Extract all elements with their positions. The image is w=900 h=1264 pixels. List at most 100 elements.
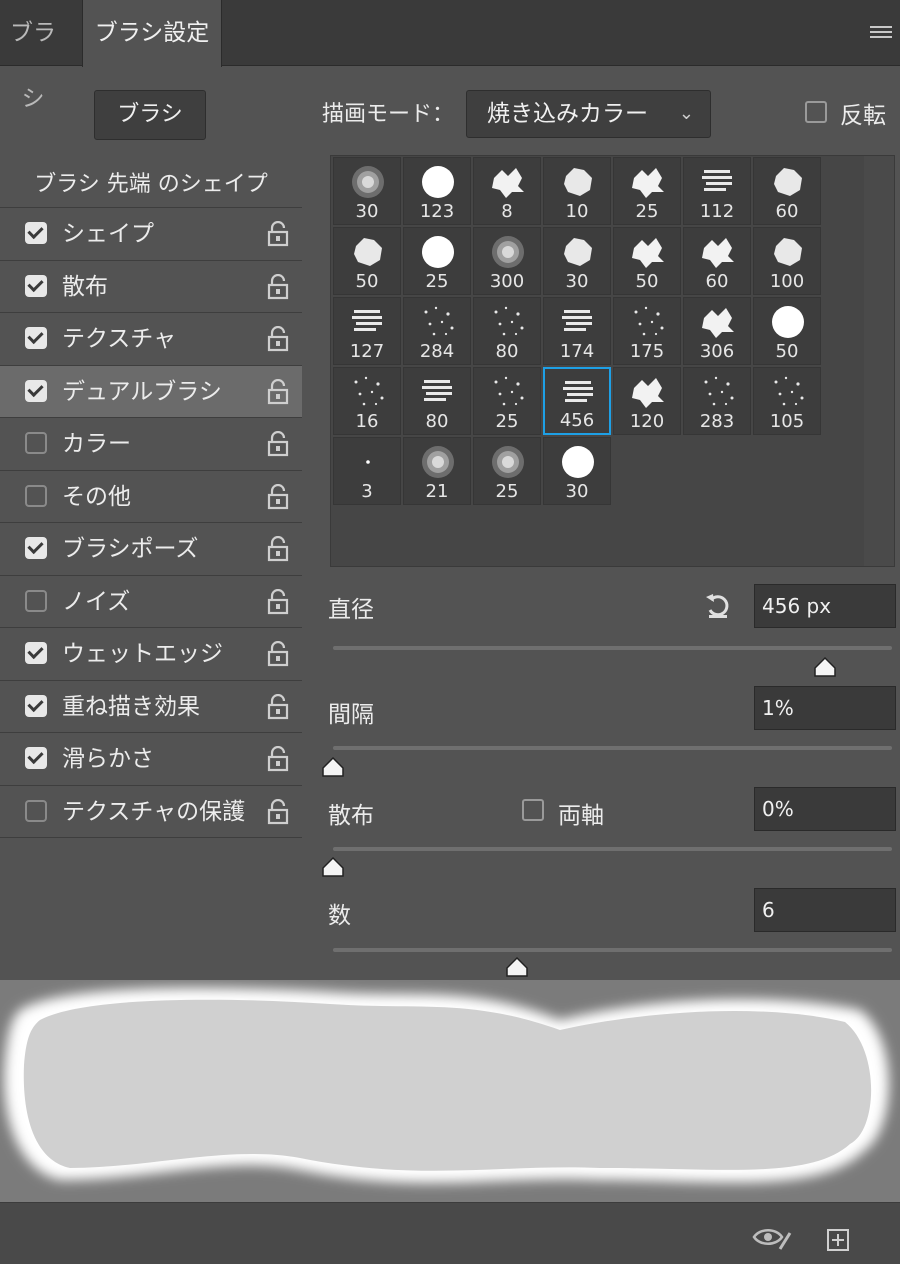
scatter-input[interactable]: 0% bbox=[754, 787, 896, 831]
brush-tip-cell[interactable]: 123 bbox=[403, 157, 471, 225]
hamburger-menu-icon[interactable] bbox=[870, 26, 892, 42]
option-row[interactable]: ブラシポーズ bbox=[0, 523, 302, 576]
brush-tip-cell[interactable]: 112 bbox=[683, 157, 751, 225]
brush-tip-cell[interactable]: 10 bbox=[543, 157, 611, 225]
option-label[interactable]: ウェットエッジ bbox=[62, 628, 223, 680]
option-label[interactable]: カラー bbox=[62, 418, 131, 470]
reset-arrow-icon[interactable] bbox=[703, 590, 733, 620]
brush-tip-cell[interactable]: 21 bbox=[403, 437, 471, 505]
brush-tip-cell[interactable]: 175 bbox=[613, 297, 681, 365]
option-checkbox[interactable] bbox=[25, 327, 47, 349]
brush-tip-cell[interactable]: 80 bbox=[473, 297, 541, 365]
brush-tip-cell[interactable]: 25 bbox=[473, 437, 541, 505]
invert-checkbox[interactable] bbox=[805, 101, 827, 123]
option-row[interactable]: シェイプ bbox=[0, 208, 302, 261]
option-checkbox[interactable] bbox=[25, 537, 47, 559]
both-axes-checkbox[interactable] bbox=[522, 799, 544, 821]
brush-tip-cell[interactable]: 105 bbox=[753, 367, 821, 435]
brush-tip-cell[interactable]: 80 bbox=[403, 367, 471, 435]
brush-tip-shape-header[interactable]: ブラシ 先端 のシェイプ bbox=[0, 162, 302, 208]
lock-icon[interactable] bbox=[266, 536, 290, 562]
brush-tip-cell[interactable]: 306 bbox=[683, 297, 751, 365]
brush-tip-cell[interactable]: 174 bbox=[543, 297, 611, 365]
option-checkbox[interactable] bbox=[25, 799, 47, 822]
spacing-slider-thumb[interactable] bbox=[321, 756, 345, 778]
lock-icon[interactable] bbox=[266, 693, 290, 720]
brush-tip-cell[interactable]: 283 bbox=[683, 367, 751, 435]
option-label[interactable]: 散布 bbox=[62, 261, 108, 313]
brush-tip-cell[interactable]: 25 bbox=[613, 157, 681, 225]
scatter-slider-thumb[interactable] bbox=[321, 856, 345, 878]
brush-tip-cell[interactable]: 127 bbox=[333, 297, 401, 365]
lock-icon[interactable] bbox=[266, 798, 290, 825]
tab-brush-settings[interactable]: ブラシ設定 bbox=[82, 0, 222, 67]
option-row[interactable]: テクスチャ bbox=[0, 313, 302, 366]
tab-brushes[interactable]: ブラシ bbox=[0, 0, 66, 112]
brush-tip-cell[interactable]: 25 bbox=[473, 367, 541, 435]
spacing-slider[interactable] bbox=[333, 746, 892, 750]
brush-tip-cell[interactable]: 50 bbox=[333, 227, 401, 295]
brush-tip-cell[interactable]: 456 bbox=[543, 367, 611, 435]
option-checkbox[interactable] bbox=[25, 694, 47, 717]
option-label[interactable]: その他 bbox=[62, 471, 131, 523]
option-row[interactable]: ウェットエッジ bbox=[0, 628, 302, 681]
option-checkbox[interactable] bbox=[25, 642, 47, 664]
count-input[interactable]: 6 bbox=[754, 888, 896, 932]
count-slider[interactable] bbox=[333, 948, 892, 952]
lock-icon[interactable] bbox=[266, 483, 290, 510]
brush-tip-cell[interactable]: 100 bbox=[753, 227, 821, 295]
option-row[interactable]: 滑らかさ bbox=[0, 733, 302, 786]
brush-tip-cell[interactable]: 284 bbox=[403, 297, 471, 365]
lock-icon[interactable] bbox=[266, 378, 290, 405]
new-preset-icon[interactable] bbox=[826, 1228, 850, 1252]
option-checkbox[interactable] bbox=[25, 274, 47, 297]
lock-icon[interactable] bbox=[266, 273, 290, 300]
diameter-slider[interactable] bbox=[333, 646, 892, 650]
option-row[interactable]: デュアルブラシ bbox=[0, 365, 302, 418]
brush-tip-cell[interactable]: 8 bbox=[473, 157, 541, 225]
lock-icon[interactable] bbox=[266, 641, 290, 667]
option-row[interactable]: ノイズ bbox=[0, 576, 302, 628]
option-label[interactable]: ノイズ bbox=[62, 576, 130, 628]
eye-brush-icon[interactable] bbox=[752, 1225, 794, 1251]
option-checkbox[interactable] bbox=[25, 747, 47, 769]
brush-tip-cell[interactable]: 16 bbox=[333, 367, 401, 435]
option-checkbox[interactable] bbox=[25, 379, 47, 402]
brush-tip-cell[interactable]: 60 bbox=[753, 157, 821, 225]
brush-tip-cell[interactable]: 30 bbox=[543, 437, 611, 505]
brushes-button[interactable]: ブラシ bbox=[94, 90, 206, 140]
brush-tip-cell[interactable]: 50 bbox=[613, 227, 681, 295]
option-row[interactable]: 重ね描き効果 bbox=[0, 681, 302, 733]
brush-tip-cell[interactable]: 30 bbox=[333, 157, 401, 225]
brush-tip-cell[interactable]: 30 bbox=[543, 227, 611, 295]
brush-tip-cell[interactable]: 60 bbox=[683, 227, 751, 295]
option-label[interactable]: テクスチャ bbox=[62, 313, 176, 365]
option-label[interactable]: ブラシポーズ bbox=[62, 523, 198, 575]
brush-tip-cell[interactable]: 50 bbox=[753, 297, 821, 365]
lock-icon[interactable] bbox=[266, 221, 290, 247]
option-label[interactable]: テクスチャの保護 bbox=[62, 786, 245, 838]
diameter-input[interactable]: 456 px bbox=[754, 584, 896, 628]
count-slider-thumb[interactable] bbox=[505, 956, 529, 978]
brush-tip-cell[interactable]: 25 bbox=[403, 227, 471, 295]
diameter-slider-thumb[interactable] bbox=[813, 656, 837, 678]
lock-icon[interactable] bbox=[266, 746, 290, 772]
brush-tip-cell[interactable]: 300 bbox=[473, 227, 541, 295]
option-label[interactable]: 滑らかさ bbox=[62, 733, 154, 785]
grid-scrollbar[interactable] bbox=[864, 156, 894, 566]
option-row[interactable]: テクスチャの保護 bbox=[0, 786, 302, 838]
lock-icon[interactable] bbox=[266, 588, 290, 615]
option-row[interactable]: その他 bbox=[0, 471, 302, 523]
spacing-input[interactable]: 1% bbox=[754, 686, 896, 730]
option-checkbox[interactable] bbox=[25, 589, 47, 612]
option-row[interactable]: カラー bbox=[0, 418, 302, 471]
lock-icon[interactable] bbox=[266, 326, 290, 352]
brush-tip-cell[interactable]: 120 bbox=[613, 367, 681, 435]
scatter-slider[interactable] bbox=[333, 847, 892, 851]
option-checkbox[interactable] bbox=[25, 222, 47, 244]
option-label[interactable]: シェイプ bbox=[62, 208, 154, 260]
option-label[interactable]: デュアルブラシ bbox=[62, 366, 222, 418]
option-row[interactable]: 散布 bbox=[0, 261, 302, 313]
option-checkbox[interactable] bbox=[25, 432, 47, 454]
brush-tip-cell[interactable]: 3 bbox=[333, 437, 401, 505]
